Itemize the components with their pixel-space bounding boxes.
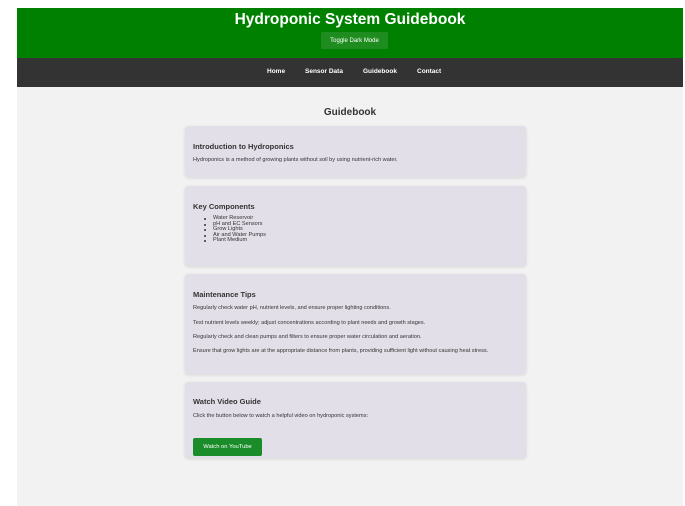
nav-guidebook[interactable]: Guidebook [363, 68, 397, 75]
maintenance-tip: Test nutrient levels weekly; adjust conc… [193, 320, 426, 326]
nav-contact[interactable]: Contact [417, 68, 441, 75]
main-nav: Home Sensor Data Guidebook Contact [17, 58, 683, 87]
maintenance-tip: Regularly check water pH, nutrient level… [193, 305, 391, 311]
watch-youtube-button[interactable]: Watch on YouTube [193, 438, 262, 456]
maintenance-heading: Maintenance Tips [193, 290, 256, 299]
maintenance-card: Maintenance Tips Regularly check water p… [185, 274, 526, 374]
components-list: Water Reservoir pH and EC Sensors Grow L… [204, 215, 266, 244]
site-title: Hydroponic System Guidebook [234, 11, 466, 28]
video-card: Watch Video Guide Click the button below… [185, 382, 526, 458]
intro-card: Introduction to Hydroponics Hydroponics … [185, 126, 526, 177]
intro-heading: Introduction to Hydroponics [193, 142, 294, 151]
list-item: Plant Medium [204, 238, 266, 244]
intro-text: Hydroponics is a method of growing plant… [193, 157, 398, 163]
maintenance-tip: Regularly check and clean pumps and filt… [193, 334, 422, 340]
toggle-dark-mode-button[interactable]: Toggle Dark Mode [321, 32, 388, 49]
components-card: Key Components Water Reservoir pH and EC… [185, 186, 526, 266]
maintenance-tip: Ensure that grow lights are at the appro… [193, 348, 489, 354]
nav-home[interactable]: Home [267, 68, 285, 75]
page-title: Guidebook [323, 107, 377, 118]
site-header: Hydroponic System Guidebook Toggle Dark … [17, 8, 683, 58]
page-frame: Hydroponic System Guidebook Toggle Dark … [17, 8, 683, 506]
components-heading: Key Components [193, 202, 255, 211]
video-heading: Watch Video Guide [193, 397, 261, 406]
nav-sensor-data[interactable]: Sensor Data [305, 68, 343, 75]
video-text: Click the button below to watch a helpfu… [193, 413, 369, 419]
